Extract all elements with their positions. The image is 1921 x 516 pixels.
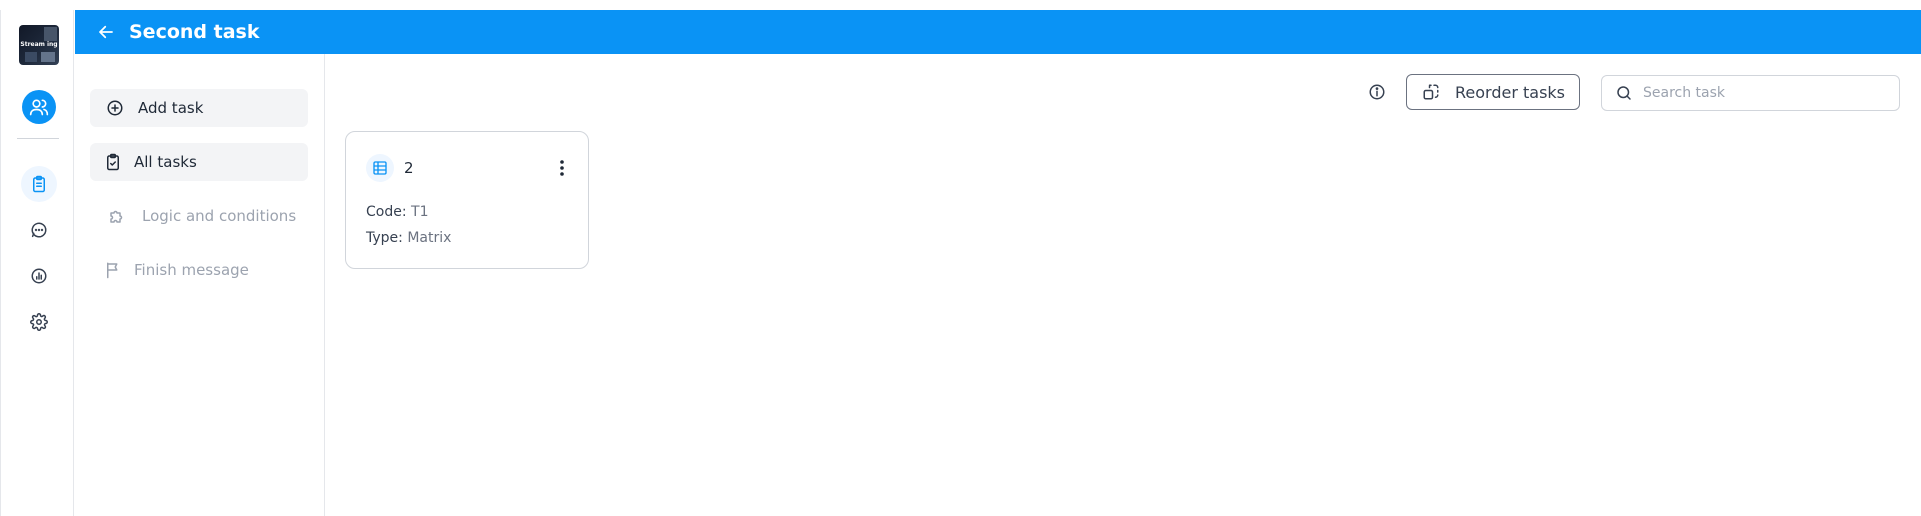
rail-tasks-button[interactable] xyxy=(21,166,57,202)
rail-divider xyxy=(17,138,59,139)
all-tasks-label: All tasks xyxy=(134,153,197,171)
info-icon[interactable] xyxy=(1368,83,1386,101)
search-icon xyxy=(1617,86,1631,100)
more-vertical-icon xyxy=(560,160,564,176)
users-button[interactable] xyxy=(22,90,56,124)
search-input[interactable] xyxy=(1641,84,1885,102)
users-icon xyxy=(29,99,49,116)
logo-tile xyxy=(25,52,37,62)
task-code-value: T1 xyxy=(411,204,429,220)
clipboard-check-icon xyxy=(103,152,123,172)
logic-label: Logic and conditions xyxy=(142,207,297,225)
logo-text: Stream ing xyxy=(20,41,58,48)
rail-analytics-button[interactable] xyxy=(21,258,57,294)
search-box[interactable] xyxy=(1601,75,1900,111)
task-menu-button[interactable] xyxy=(552,155,572,181)
rail-settings-button[interactable] xyxy=(21,304,57,340)
app-logo[interactable]: Stream ing xyxy=(19,25,59,65)
rail-chat-button[interactable] xyxy=(21,212,57,248)
task-type-label: Type: xyxy=(366,230,403,246)
gear-icon xyxy=(30,313,48,331)
logo-tile xyxy=(44,27,57,41)
table-grid-icon xyxy=(366,154,394,182)
reorder-icon xyxy=(1423,84,1439,100)
sidebar-item-finish-message[interactable]: Finish message xyxy=(90,251,308,289)
add-task-label: Add task xyxy=(138,99,204,117)
clipboard-icon xyxy=(33,175,45,193)
logo-tile xyxy=(41,52,55,62)
arrow-left-icon[interactable] xyxy=(97,23,115,41)
task-sidebar: Add task All tasks Logic and conditions … xyxy=(75,54,325,516)
chat-icon xyxy=(31,222,47,238)
task-code-label: Code: xyxy=(366,204,407,220)
puzzle-icon xyxy=(107,206,127,226)
flag-icon xyxy=(103,260,123,280)
app-rail: Stream ing xyxy=(0,10,74,516)
top-bar: Second task xyxy=(75,10,1921,54)
add-task-button[interactable]: Add task xyxy=(90,89,308,127)
task-number: 2 xyxy=(404,159,414,177)
task-card[interactable]: 2 Code: T1 Type: Matrix xyxy=(345,131,589,269)
reorder-tasks-label: Reorder tasks xyxy=(1455,82,1566,102)
task-code: Code: T1 xyxy=(366,204,428,220)
sidebar-item-logic[interactable]: Logic and conditions xyxy=(90,197,308,235)
sidebar-item-all-tasks[interactable]: All tasks xyxy=(90,143,308,181)
task-type-value: Matrix xyxy=(407,230,452,246)
page-title: Second task xyxy=(129,21,260,43)
finish-label: Finish message xyxy=(134,261,249,279)
plus-circle-icon xyxy=(105,98,125,118)
analytics-icon xyxy=(31,268,47,284)
task-type: Type: Matrix xyxy=(366,230,451,246)
reorder-tasks-button[interactable]: Reorder tasks xyxy=(1406,74,1580,110)
